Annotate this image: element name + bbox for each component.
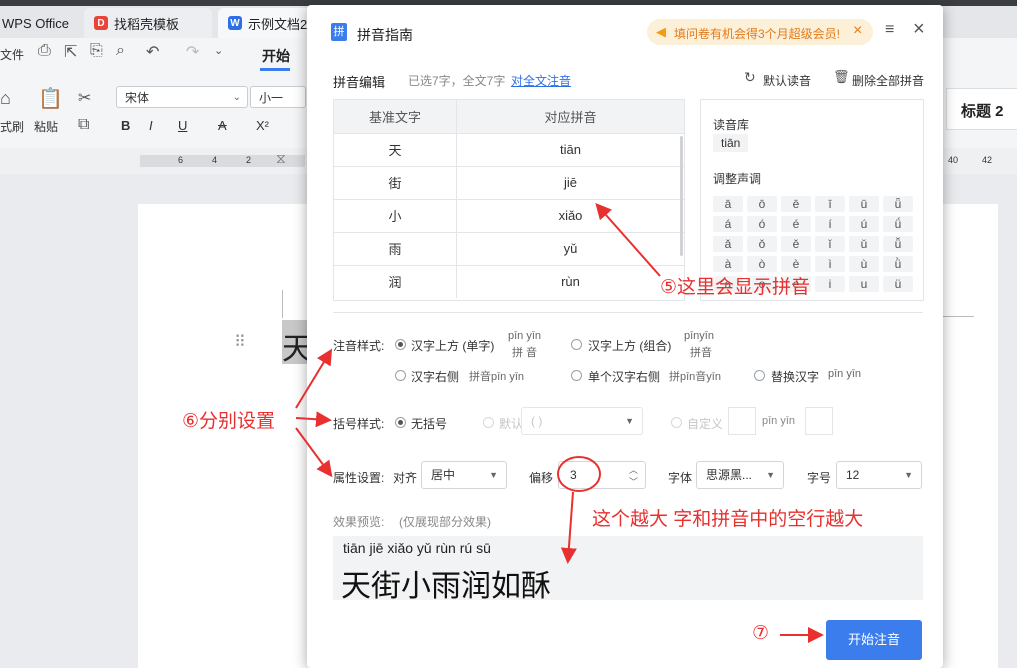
offset-circle-highlight [557,456,601,492]
annotation-6: ⑥分别设置 [182,411,276,432]
arrow-to-preview [560,491,577,564]
annotation-offset-note: 这个越大 字和拼音中的空行越大 [592,509,864,530]
annotation-arrows [295,203,824,643]
annotation-7: ⑦ [752,623,770,644]
arrow-to-attr-row [295,427,333,478]
arrow-to-pinyin-column [595,203,661,277]
arrow-to-bracket-row [295,411,332,428]
annotation-5: ⑤这里会显示拼音 [660,277,811,298]
arrow-to-style-row [295,348,333,409]
